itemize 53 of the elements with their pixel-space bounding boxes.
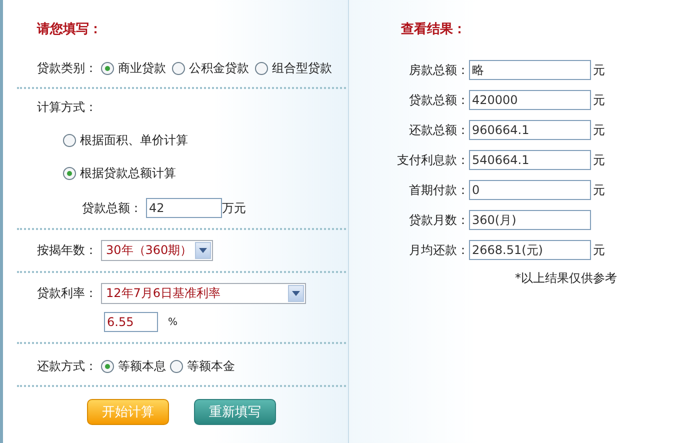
radio-option[interactable]: 根据贷款总额计算 (63, 165, 176, 182)
result-label: 还款总额： (408, 122, 469, 138)
unit-label: 元 (592, 62, 606, 78)
field-label: 计算方式： (37, 99, 98, 116)
radio-option[interactable]: 等额本息 (101, 358, 166, 375)
rate-select[interactable]: 12年7月6日基准利率 (101, 283, 306, 304)
radio-button[interactable] (170, 360, 183, 373)
radio-option[interactable]: 商业贷款 (101, 60, 166, 77)
unit-label: % (168, 316, 178, 328)
result-field[interactable]: 360(月) (469, 210, 591, 230)
dropdown-button[interactable] (288, 285, 304, 302)
result-field[interactable]: 540664.1 (469, 150, 591, 170)
dropdown-button[interactable] (195, 242, 211, 259)
caret-icon (292, 291, 300, 296)
radio-button[interactable] (172, 62, 185, 75)
result-field[interactable]: 略 (469, 60, 591, 80)
rate-field[interactable]: 6.55 (104, 312, 158, 332)
field-label: 还款方式： (37, 358, 97, 375)
result-label: 月均还款： (408, 242, 469, 258)
radio-option[interactable]: 公积金贷款 (172, 60, 249, 77)
radio-button[interactable] (101, 360, 114, 373)
term-select[interactable]: 30年（360期） (101, 240, 213, 261)
result-field[interactable]: 2668.51(元) (469, 240, 591, 260)
result-label: 贷款总额： (408, 92, 469, 108)
result-field[interactable]: 960664.1 (469, 120, 591, 140)
result-field[interactable]: 420000 (469, 90, 591, 110)
radio-button[interactable] (63, 134, 76, 147)
loan-amount-field[interactable]: 42 (146, 198, 222, 218)
caret-icon (199, 248, 207, 253)
unit-label: 元 (592, 242, 606, 258)
unit-label: 元 (592, 122, 606, 138)
field-label: 贷款类别： (37, 60, 97, 77)
radio-button[interactable] (63, 167, 76, 180)
section-title: 请您填写： (37, 21, 103, 38)
unit-label: 元 (592, 182, 606, 198)
section-title: 查看结果： (401, 21, 467, 38)
result-label: 房款总额： (408, 62, 469, 78)
result-label: 首期付款： (408, 182, 469, 198)
unit-label: 元 (592, 152, 606, 168)
field-label: 贷款总额： (82, 200, 142, 216)
result-field[interactable]: 0 (469, 180, 591, 200)
radio-button[interactable] (101, 62, 114, 75)
radio-button[interactable] (255, 62, 268, 75)
result-label: 贷款月数： (408, 212, 469, 228)
radio-option[interactable]: 组合型贷款 (255, 60, 332, 77)
unit-label: 元 (592, 92, 606, 108)
field-label: 贷款利率： (37, 285, 97, 302)
radio-option[interactable]: 根据面积、单价计算 (63, 132, 188, 149)
field-label: 按揭年数： (37, 242, 97, 259)
unit-label: 万元 (222, 200, 246, 216)
disclaimer-note: *以上结果仅供参考 (514, 270, 618, 287)
result-label: 支付利息款： (396, 152, 469, 168)
radio-option[interactable]: 等额本金 (170, 358, 235, 375)
